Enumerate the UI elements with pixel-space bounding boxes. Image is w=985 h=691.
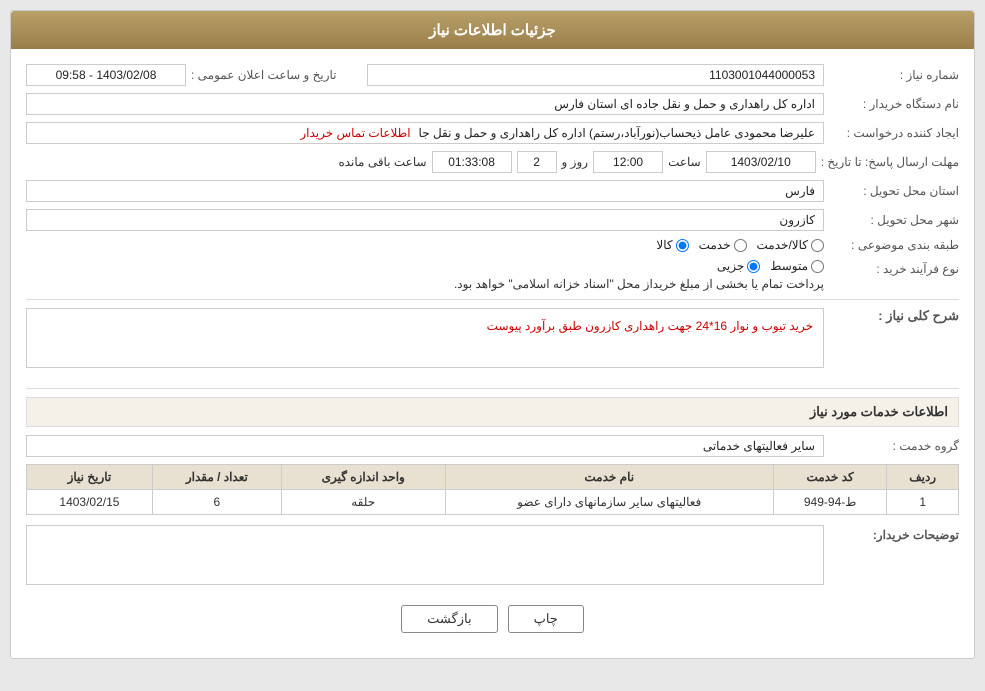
- buyer-org-label: نام دستگاه خریدار :: [829, 97, 959, 111]
- category-option-kala: کالا: [656, 238, 672, 252]
- col-header-name: نام خدمت: [445, 465, 773, 490]
- col-header-code: کد خدمت: [773, 465, 886, 490]
- city-value: کازرون: [26, 209, 824, 231]
- creator-label: ایجاد کننده درخواست :: [829, 126, 959, 140]
- col-header-unit: واحد اندازه گیری: [281, 465, 445, 490]
- creator-contact-link[interactable]: اطلاعات تماس خریدار: [300, 126, 410, 140]
- description-label: شرح کلی نیاز :: [829, 308, 959, 324]
- col-header-date: تاریخ نیاز: [27, 465, 153, 490]
- back-button[interactable]: بازگشت: [401, 605, 497, 633]
- category-radio-khadamat[interactable]: [734, 239, 747, 252]
- category-radio-kala-khadamat[interactable]: [811, 239, 824, 252]
- services-group-value: سایر فعالیتهای خدماتی: [26, 435, 824, 457]
- reply-remaining-label: ساعت باقی مانده: [338, 155, 426, 169]
- buyer-notes-box: [26, 525, 824, 585]
- row-qty: 6: [152, 490, 281, 515]
- city-label: شهر محل تحویل :: [829, 213, 959, 227]
- purchase-type-note: پرداخت تمام یا بخشی از مبلغ خریداز محل "…: [26, 277, 824, 291]
- creator-name: علیرضا محمودی عامل ذیحساب(نورآباد،رستم) …: [419, 126, 815, 140]
- purchase-type-option-jozii: جزیی: [717, 259, 744, 273]
- buyer-org-value: اداره کل راهداری و حمل و نقل جاده ای است…: [26, 93, 824, 115]
- print-button[interactable]: چاپ: [508, 605, 584, 633]
- purchase-type-radio-motavaset[interactable]: [811, 260, 824, 273]
- need-number-value: 1103001044000053: [367, 64, 824, 86]
- section-divider-1: [26, 299, 959, 300]
- col-header-qty: تعداد / مقدار: [152, 465, 281, 490]
- category-radio-kala[interactable]: [676, 239, 689, 252]
- buyer-notes-label: توضیحات خریدار:: [829, 525, 959, 542]
- row-date: 1403/02/15: [27, 490, 153, 515]
- category-label: طبقه بندی موضوعی :: [829, 238, 959, 252]
- purchase-type-label: نوع فرآیند خرید :: [829, 259, 959, 276]
- creator-row: علیرضا محمودی عامل ذیحساب(نورآباد،رستم) …: [26, 122, 824, 144]
- section-divider-2: [26, 388, 959, 389]
- description-text: خرید تیوب و نوار 16*24 جهت راهداری کازرو…: [26, 308, 824, 368]
- purchase-type-option-motavaset: متوسط: [770, 259, 808, 273]
- row-unit: حلقه: [281, 490, 445, 515]
- row-code: ط-94-949: [773, 490, 886, 515]
- category-option-khadamat: خدمت: [699, 238, 731, 252]
- reply-days: 2: [517, 151, 557, 173]
- reply-time: 12:00: [593, 151, 663, 173]
- table-row: 1 ط-94-949 فعالیتهای سایر سازمانهای دارا…: [27, 490, 959, 515]
- need-number-label: شماره نیاز :: [829, 68, 959, 82]
- services-section-header: اطلاعات خدمات مورد نیاز: [26, 397, 959, 427]
- reply-days-label: روز و: [562, 155, 589, 169]
- services-table: ردیف کد خدمت نام خدمت واحد اندازه گیری ت…: [26, 464, 959, 515]
- reply-date: 1403/02/10: [706, 151, 816, 173]
- page-title: جزئیات اطلاعات نیاز: [11, 11, 974, 49]
- reply-time-label: ساعت: [668, 155, 701, 169]
- category-option-kala-khadamat: کالا/خدمت: [757, 238, 808, 252]
- province-label: استان محل تحویل :: [829, 184, 959, 198]
- row-num: 1: [887, 490, 959, 515]
- announce-datetime-value: 1403/02/08 - 09:58: [26, 64, 186, 86]
- purchase-type-radio-jozii[interactable]: [747, 260, 760, 273]
- reply-deadline-label: مهلت ارسال پاسخ: تا تاریخ :: [821, 155, 959, 169]
- col-header-row: ردیف: [887, 465, 959, 490]
- footer-buttons: چاپ بازگشت: [26, 595, 959, 643]
- services-group-label: گروه خدمت :: [829, 439, 959, 453]
- row-name: فعالیتهای سایر سازمانهای دارای عضو: [445, 490, 773, 515]
- announce-datetime-label: تاریخ و ساعت اعلان عمومی :: [191, 68, 337, 82]
- province-value: فارس: [26, 180, 824, 202]
- category-radio-group: کالا/خدمت خدمت کالا: [656, 238, 824, 252]
- reply-remaining: 01:33:08: [432, 151, 512, 173]
